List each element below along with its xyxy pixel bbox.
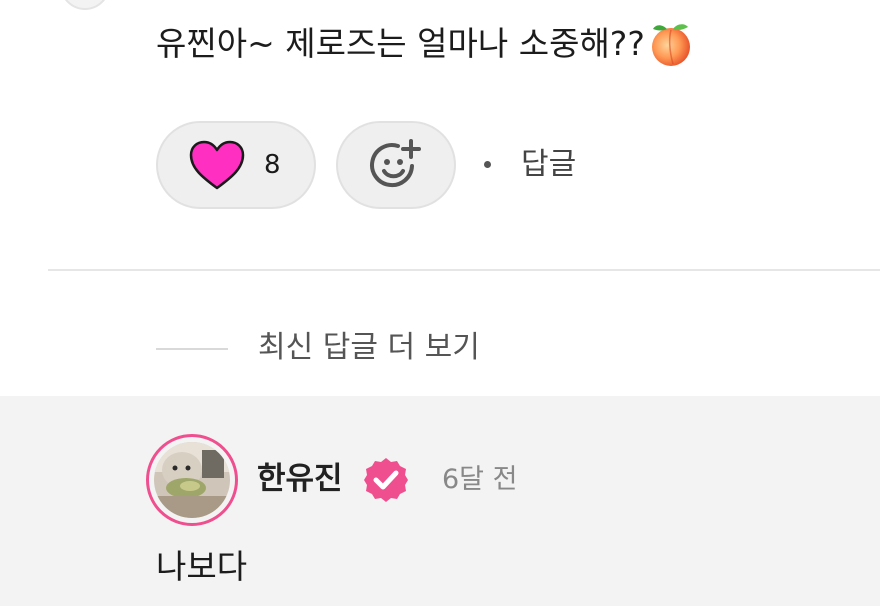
more-replies-line xyxy=(156,348,228,350)
comment-text: 유찐아~ 제로즈는 얼마나 소중해?? xyxy=(156,24,645,63)
more-replies-button[interactable]: 최신 답글 더 보기 xyxy=(258,328,480,368)
like-button[interactable]: 8 xyxy=(156,121,316,209)
add-reaction-button[interactable] xyxy=(336,121,456,209)
reply-author[interactable]: 한유진 xyxy=(257,457,343,501)
add-emoji-icon xyxy=(370,139,421,188)
peach-icon xyxy=(651,24,690,66)
reply-text: 나보다 xyxy=(156,547,248,586)
verified-badge-icon xyxy=(364,458,408,502)
comment-body: 유찐아~ 제로즈는 얼마나 소중해?? xyxy=(156,18,695,70)
reply-button[interactable]: 답글 xyxy=(521,145,576,185)
reply-avatar[interactable] xyxy=(146,434,238,526)
avatar-photo xyxy=(154,442,230,518)
like-count: 8 xyxy=(264,150,281,180)
separator-dot xyxy=(484,161,491,168)
parent-avatar[interactable] xyxy=(60,0,110,10)
reply-timestamp: 6달 전 xyxy=(442,464,518,495)
reply-item xyxy=(0,396,880,606)
divider xyxy=(48,269,880,271)
heart-icon xyxy=(189,140,245,190)
